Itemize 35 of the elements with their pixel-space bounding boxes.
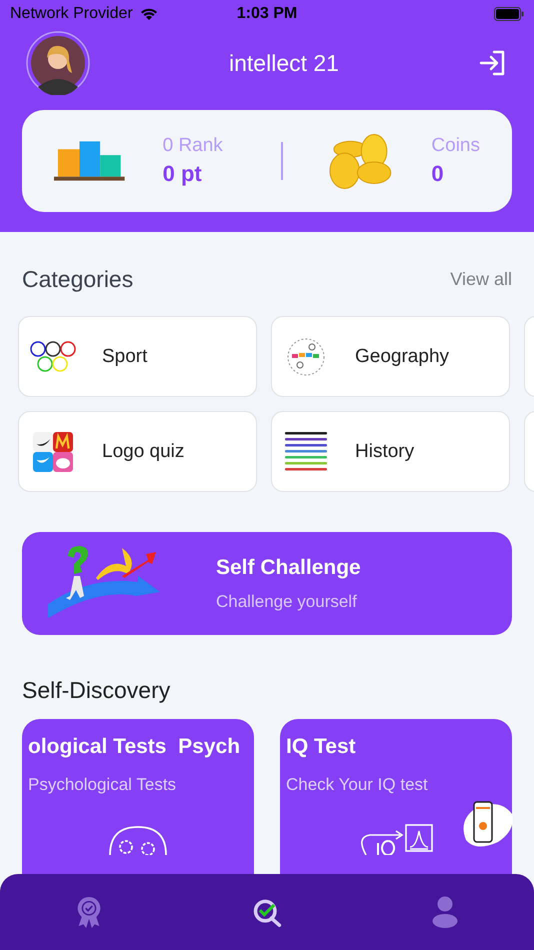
logout-icon[interactable] — [478, 49, 506, 77]
banner-subtitle: Challenge yourself — [216, 592, 358, 612]
wifi-icon — [138, 7, 159, 21]
carrier-name: Network Provider — [10, 5, 133, 23]
self-challenge-banner[interactable]: Self Challenge Challenge yourself — [22, 532, 512, 635]
points-value: 0 pt — [162, 161, 203, 187]
test-subtitle: Check Your IQ test — [286, 775, 429, 795]
clock-time: 1:03 PM — [236, 5, 298, 23]
category-name: History — [355, 440, 414, 462]
category-name: Logo quiz — [102, 440, 184, 462]
battery-icon — [494, 7, 524, 21]
category-name: Sport — [102, 346, 148, 368]
banner-title: Self Challenge — [216, 556, 361, 580]
category-card[interactable]: Logo quiz — [18, 411, 257, 492]
test-title: ological Tests Psych — [28, 735, 242, 759]
coins-label: Coins — [431, 135, 480, 157]
category-card[interactable]: Geography — [271, 316, 510, 397]
category-card[interactable]: Sport — [18, 316, 257, 397]
self-discovery-heading: Self-Discovery — [22, 676, 170, 704]
avatar[interactable] — [26, 31, 90, 95]
categories-heading: Categories — [22, 266, 134, 292]
category-name: Geography — [355, 346, 450, 368]
podium-icon — [54, 141, 125, 181]
coins-value: 0 — [431, 161, 445, 187]
test-title: IQ Test — [286, 735, 357, 759]
test-card[interactable]: IQ Test Check Your IQ test — [280, 719, 512, 874]
colored-lines-icon — [283, 432, 329, 472]
view-all-link[interactable]: View all — [450, 268, 512, 290]
username: intellect 21 — [228, 50, 340, 76]
rank-label: 0 Rank — [162, 135, 223, 157]
test-subtitle: Psychological Tests — [28, 775, 178, 795]
logo-tiles-icon — [30, 432, 76, 472]
test-card[interactable]: ological Tests Psych Psychological Tests — [22, 719, 254, 874]
category-card[interactable]: History — [271, 411, 510, 492]
profile-icon[interactable] — [430, 896, 460, 928]
